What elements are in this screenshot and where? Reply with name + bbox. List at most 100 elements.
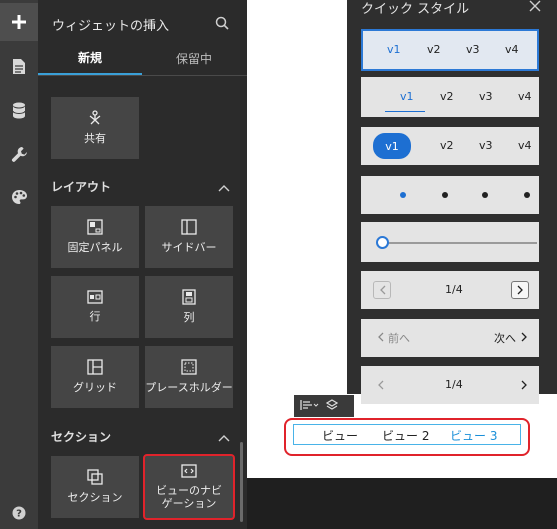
style-tab-label: v3 [479, 90, 493, 103]
pager-text: 1/4 [445, 378, 463, 391]
underline-indicator [385, 111, 425, 112]
database-icon [12, 102, 26, 118]
grid-icon [87, 359, 103, 376]
chevron-left-icon [378, 380, 384, 390]
style-tab-label: v3 [466, 43, 480, 56]
prev-label: 前へ [388, 332, 410, 345]
tools-button[interactable] [0, 135, 38, 173]
page-button[interactable] [0, 47, 38, 85]
style-tab-label: v1 [400, 90, 414, 103]
style-tab-label: v4 [505, 43, 519, 56]
sidebar-icon [181, 219, 197, 236]
chevron-up-icon [218, 435, 230, 442]
style-tab-label: v2 [440, 139, 454, 152]
style-tab-label: v3 [479, 139, 493, 152]
next-label: 次へ [494, 332, 516, 345]
theme-button[interactable] [0, 178, 38, 216]
widget-tile-section[interactable]: セクション [51, 456, 139, 518]
style-tab-label: v1 [387, 43, 401, 56]
panel-scrollbar[interactable] [240, 442, 243, 522]
style-option-8[interactable]: 1/4 [361, 366, 539, 404]
style-option-2[interactable]: v1 v2 v3 v4 [361, 77, 539, 117]
insert-widget-button[interactable] [0, 3, 38, 41]
widget-tile-fixed-panel[interactable]: 固定パネル [51, 206, 139, 268]
widget-tile-sidebar[interactable]: サイドバー [145, 206, 233, 268]
view-tab-3[interactable]: ビュー 3 [450, 427, 497, 444]
prev-arrow-button [373, 281, 391, 299]
style-tab-label: v2 [427, 43, 441, 56]
svg-text:?: ? [16, 509, 22, 520]
share-icon [89, 110, 101, 125]
panel-search-button[interactable] [215, 16, 229, 33]
question-icon: ? [12, 506, 26, 520]
collapse-section-button[interactable] [218, 431, 230, 445]
style-tab-label: v4 [518, 90, 532, 103]
slider-thumb [376, 236, 389, 249]
fixed-panel-icon [87, 219, 103, 236]
chevron-right-icon [521, 332, 527, 342]
widget-tile-column[interactable]: 列 [145, 276, 233, 338]
help-button[interactable]: ? [0, 500, 38, 526]
align-icon [300, 399, 319, 410]
quick-style-panel: クイック スタイル v1 v2 v3 v4 v1 v2 v3 v4 v1 v2 … [347, 0, 557, 404]
dot-indicator [524, 192, 530, 198]
widget-tile-grid[interactable]: グリッド [51, 346, 139, 408]
style-pill-active: v1 [373, 133, 411, 159]
widget-tile-placeholder[interactable]: プレースホルダー [145, 346, 233, 408]
style-option-5[interactable] [361, 222, 539, 262]
tile-label: プレースホルダー [145, 381, 233, 395]
tab-pending[interactable]: 保留中 [142, 42, 246, 75]
chevron-right-icon [521, 380, 527, 390]
data-button[interactable] [0, 91, 38, 129]
insert-widget-panel: ウィジェットの挿入 新規 保留中 共有 レイアウト 固定パネル サイドバー 行 … [38, 0, 247, 529]
widget-mini-toolbar [294, 395, 354, 417]
collapse-layout-button[interactable] [218, 181, 230, 195]
dot-indicator [482, 192, 488, 198]
close-icon [529, 0, 541, 12]
tile-label: 固定パネル [67, 241, 123, 255]
tile-label: 行 [89, 310, 101, 324]
row-icon [87, 290, 103, 305]
view-navigation-widget[interactable]: ビュー ビュー 2 ビュー 3 [293, 424, 521, 445]
next-arrow-button [511, 281, 529, 299]
style-option-6[interactable]: 1/4 [361, 271, 539, 309]
tile-label: セクション [67, 491, 123, 505]
style-tab-label: v2 [440, 90, 454, 103]
widget-tile-shared[interactable]: 共有 [51, 97, 139, 159]
dot-indicator [400, 192, 406, 198]
plus-icon [12, 15, 26, 29]
view-tab-2[interactable]: ビュー 2 [382, 427, 429, 444]
style-option-7[interactable]: 前へ 次へ [361, 319, 539, 357]
style-tab-label: v4 [518, 139, 532, 152]
page-icon [13, 58, 25, 74]
widget-tile-row[interactable]: 行 [51, 276, 139, 338]
pager-text: 1/4 [445, 283, 463, 296]
chevron-up-icon [218, 185, 230, 192]
column-icon [182, 289, 196, 306]
panel-title: ウィジェットの挿入 [52, 19, 170, 34]
align-button[interactable] [300, 399, 320, 413]
view-navigation-icon [181, 464, 197, 478]
view-tab-1[interactable]: ビュー [322, 427, 358, 444]
tile-label: サイドバー [161, 241, 217, 255]
wrench-icon [11, 146, 27, 162]
tile-label: 列 [183, 311, 195, 325]
canvas-footer-area [247, 478, 557, 529]
slider-track [385, 242, 537, 244]
tile-label: グリッド [73, 381, 117, 395]
tile-label: 共有 [84, 132, 106, 146]
tab-new[interactable]: 新規 [38, 42, 142, 75]
left-rail: ? [0, 0, 38, 529]
style-button[interactable] [325, 398, 339, 414]
style-option-1[interactable]: v1 v2 v3 v4 [361, 29, 539, 71]
chevron-left-icon [378, 332, 384, 342]
panel-tabs: 新規 保留中 [38, 42, 247, 76]
section-header-section: セクション [51, 430, 112, 444]
widget-tile-view-navigation[interactable]: ビューのナビゲーション [143, 454, 235, 520]
placeholder-icon [181, 359, 197, 376]
close-button[interactable] [529, 0, 541, 15]
style-option-3[interactable]: v1 v2 v3 v4 [361, 127, 539, 165]
search-icon [215, 16, 229, 30]
style-option-4[interactable] [361, 176, 539, 214]
section-header-layout: レイアウト [51, 180, 112, 194]
